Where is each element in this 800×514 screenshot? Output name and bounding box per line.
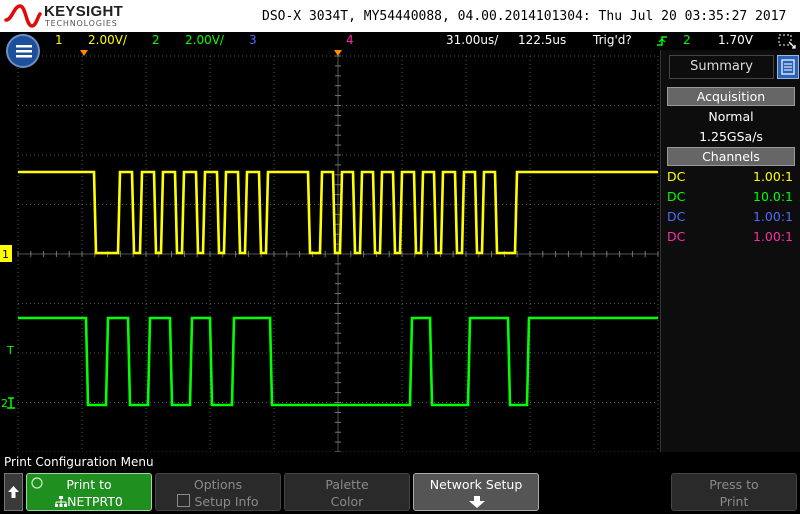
- channel-row: DC 10.0:1: [667, 189, 793, 207]
- channels-header: Channels: [667, 147, 795, 166]
- trigger-position-marker[interactable]: [80, 50, 88, 56]
- ch3-coupling: DC: [667, 209, 686, 224]
- print-to-softkey[interactable]: Print to NETPRT0: [26, 473, 152, 511]
- ch2-marker-label: 2: [1, 397, 8, 410]
- options-value: Setup Info: [194, 494, 259, 509]
- status-bar: 1 2.00V/ 2 2.00V/ 3 4 31.00us/ 122.5us T…: [0, 32, 800, 50]
- trigger-level-marker[interactable]: T: [6, 344, 14, 357]
- brand-subtitle: TECHNOLOGIES: [45, 19, 118, 28]
- acquisition-header: Acquisition: [667, 87, 795, 106]
- keysight-logo: KEYSIGHT TECHNOLOGIES: [4, 2, 124, 30]
- summary-panel: Summary Acquisition Normal 1.25GSa/s Cha…: [660, 50, 800, 452]
- ch4-number[interactable]: 4: [346, 33, 354, 47]
- ch2-scale[interactable]: 2.00V/: [185, 33, 224, 47]
- trigger-level[interactable]: 1.70V: [718, 33, 753, 47]
- channel-row: DC 1.00:1: [667, 229, 793, 247]
- palette-value: Color: [330, 494, 364, 509]
- back-button[interactable]: [4, 473, 23, 511]
- delay-marker[interactable]: [334, 50, 342, 56]
- print-to-value-row: NETPRT0: [27, 494, 151, 509]
- acquisition-mode: Normal: [708, 109, 754, 124]
- screen-capture-icon[interactable]: [777, 33, 797, 49]
- ch2-ground-marker[interactable]: 2: [1, 397, 15, 410]
- panel-list-icon: [781, 59, 795, 75]
- options-label: Options: [193, 477, 243, 492]
- down-arrow-icon: [469, 496, 485, 508]
- ch1-probe-ratio: 1.00:1: [753, 169, 793, 184]
- ch2-number[interactable]: 2: [152, 33, 160, 47]
- options-softkey[interactable]: Options Setup Info: [155, 473, 281, 511]
- options-value-row: Setup Info: [156, 494, 280, 509]
- keysight-wave-icon: [4, 4, 42, 28]
- press-to-value: Print: [719, 494, 749, 509]
- channel-row: DC 1.00:1: [667, 209, 793, 227]
- ch3-probe-ratio: 1.00:1: [753, 209, 793, 224]
- delay-value[interactable]: 122.5us: [518, 33, 566, 47]
- brand-name: KEYSIGHT: [44, 3, 124, 20]
- trigger-state: Trig'd?: [593, 33, 632, 47]
- trigger-channel[interactable]: 2: [683, 33, 691, 47]
- waveform-display[interactable]: 1 T 2: [0, 50, 660, 452]
- main-menu-button[interactable]: [6, 34, 40, 68]
- time-per-div[interactable]: 31.00us/: [446, 33, 498, 47]
- network-setup-label: Network Setup: [429, 477, 523, 492]
- summary-tab[interactable]: Summary: [669, 55, 774, 79]
- ch2-coupling: DC: [667, 189, 686, 204]
- sample-rate: 1.25GSa/s: [699, 129, 763, 144]
- ch1-number[interactable]: 1: [55, 33, 63, 47]
- channel-row: DC 1.00:1: [667, 169, 793, 187]
- ch1-scale[interactable]: 2.00V/: [88, 33, 127, 47]
- ch1-coupling: DC: [667, 169, 686, 184]
- menu-title: Print Configuration Menu: [4, 455, 154, 469]
- print-to-label: Print to: [66, 477, 112, 492]
- palette-label: Palette: [325, 477, 369, 492]
- palette-softkey[interactable]: Palette Color: [284, 473, 410, 511]
- ch2-probe-ratio: 10.0:1: [753, 189, 793, 204]
- print-to-value: NETPRT0: [67, 494, 123, 509]
- trigger-edge-icon: [657, 36, 667, 46]
- print-now-softkey[interactable]: Press to Print: [671, 473, 797, 511]
- ch4-probe-ratio: 1.00:1: [753, 229, 793, 244]
- ch1-marker-label: 1: [2, 248, 9, 261]
- setup-info-checkbox[interactable]: [177, 494, 191, 507]
- softkey-bar: Print Configuration Menu Print to NETPRT…: [0, 452, 800, 512]
- press-to-label: Press to: [709, 477, 759, 492]
- menu-icon: [16, 45, 32, 58]
- up-arrow-icon: [8, 486, 19, 498]
- title-bar: KEYSIGHT TECHNOLOGIES DSO-X 3034T, MY544…: [0, 0, 800, 32]
- ch1-ground-marker[interactable]: 1: [0, 245, 12, 262]
- network-icon: [55, 496, 68, 507]
- ch3-number[interactable]: 3: [249, 33, 257, 47]
- ch4-coupling: DC: [667, 229, 686, 244]
- instrument-info: DSO-X 3034T, MY54440088, 04.00.201410130…: [262, 9, 787, 24]
- network-setup-softkey[interactable]: Network Setup: [413, 473, 539, 511]
- summary-panel-icon[interactable]: [777, 55, 799, 79]
